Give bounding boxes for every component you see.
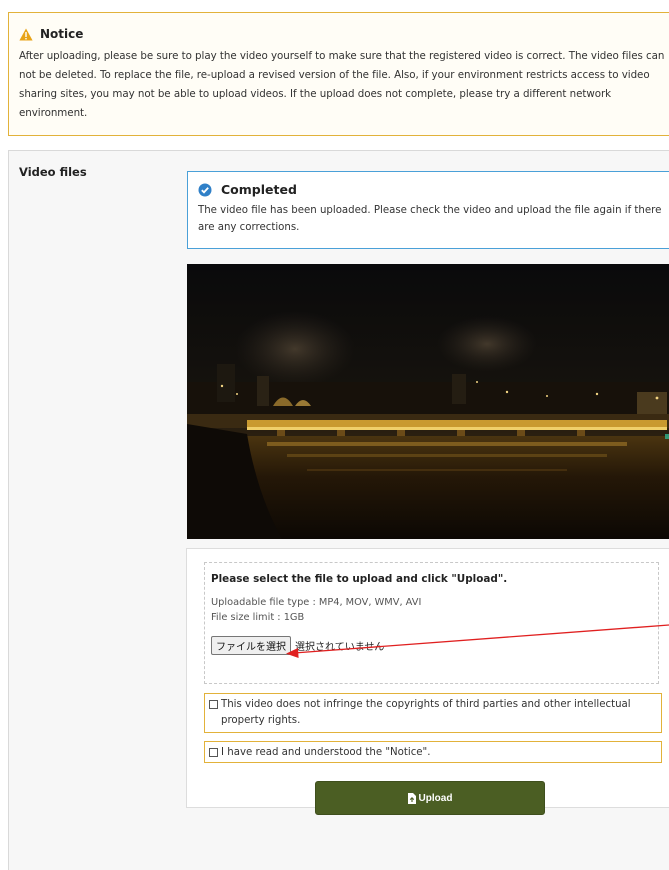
completed-message: The video file has been uploaded. Please…	[198, 205, 662, 233]
copyright-checkbox-label[interactable]: This video does not infringe the copyrig…	[221, 697, 641, 729]
upload-completed-alert: Completed The video file has been upload…	[187, 171, 669, 249]
notice-checkbox-row[interactable]: I have read and understood the "Notice".	[204, 741, 662, 763]
no-file-selected-text: 選択されていません	[295, 642, 385, 653]
completed-title: Completed	[221, 182, 297, 197]
video-files-panel: Video files Completed The video file has…	[8, 150, 669, 870]
upload-button-label: Upload	[418, 792, 453, 804]
warning-icon	[19, 28, 33, 41]
file-type-info: Uploadable file type : MP4, MOV, WMV, AV…	[211, 597, 422, 608]
upload-button[interactable]: Upload	[315, 781, 545, 815]
file-input[interactable]: ファイルを選択 選択されていません	[211, 636, 658, 655]
notice-checkbox-label[interactable]: I have read and understood the "Notice".	[221, 745, 431, 761]
file-size-info: File size limit : 1GB	[211, 612, 305, 623]
video-preview[interactable]	[187, 264, 669, 539]
file-upload-icon	[407, 792, 416, 804]
video-files-label: Video files	[19, 165, 87, 179]
notice-box: Notice After uploading, please be sure t…	[8, 12, 669, 136]
upload-form: Please select the file to upload and cli…	[186, 548, 669, 815]
notice-text: After uploading, please be sure to play …	[19, 50, 665, 119]
completed-header: Completed	[198, 182, 669, 197]
notice-checkbox[interactable]	[209, 748, 218, 757]
notice-header: Notice	[19, 27, 669, 41]
file-select-area: Please select the file to upload and cli…	[204, 562, 659, 684]
notice-title: Notice	[40, 27, 84, 41]
upload-instruction: Please select the file to upload and cli…	[211, 573, 508, 585]
copyright-checkbox-row[interactable]: This video does not infringe the copyrig…	[204, 693, 662, 733]
choose-file-button[interactable]: ファイルを選択	[211, 636, 291, 655]
check-circle-icon	[198, 183, 212, 197]
copyright-checkbox[interactable]	[209, 700, 218, 709]
